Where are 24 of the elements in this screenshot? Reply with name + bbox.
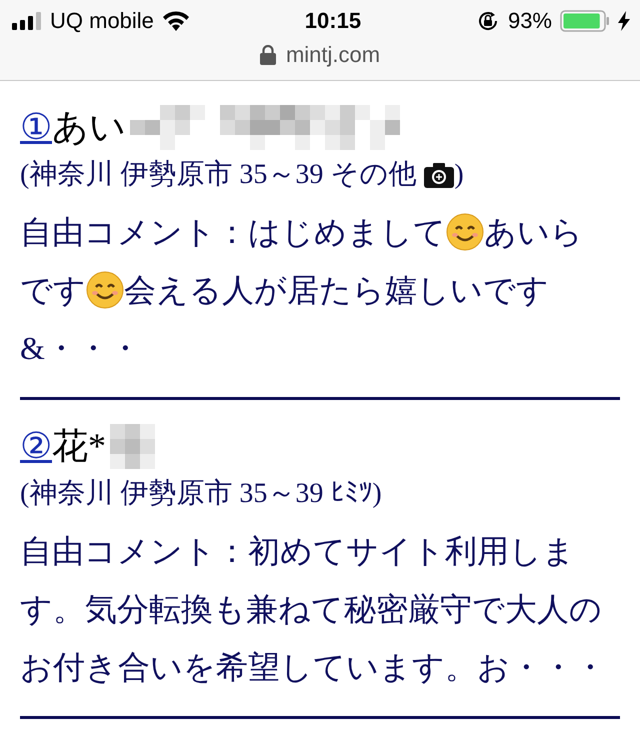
carrier-name: UQ mobile [50,8,154,34]
profile-details: (神奈川 伊勢原市 35～39 その他 [20,158,416,192]
url-text[interactable]: mintj.com [286,42,380,68]
comment-text: &・・・ [20,330,141,366]
comment-text: 会える人が居たら嬉しいです [124,272,549,308]
battery-percent: 93% [508,8,552,34]
comment-text: 自由コメント：初めてサイト利用しま [20,533,575,569]
comment-text: す。気分転換も兼ねて秘密厳守で大人の [20,591,602,627]
comment-text: あいら [484,214,583,250]
profile-number-link[interactable]: ① [20,103,52,151]
profile-name: 花* [52,425,106,468]
signal-icon [12,12,42,30]
details-close: ) [454,158,464,192]
profile-details: (神奈川 伊勢原市 35～39 ﾋﾐﾂ) [20,477,382,511]
profile-name: あい [52,106,126,149]
comment-text: お付き合いを希望しています。お・・・ [20,649,606,685]
wifi-icon [162,11,190,31]
smiley-icon [86,271,124,309]
comment-text: です [20,272,86,308]
battery-icon [560,10,610,32]
clock-time: 10:15 [304,8,362,34]
smiley-icon [446,213,484,251]
comment-text: 自由コメント：はじめまして [20,214,446,250]
profile-number-link[interactable]: ② [20,422,52,470]
